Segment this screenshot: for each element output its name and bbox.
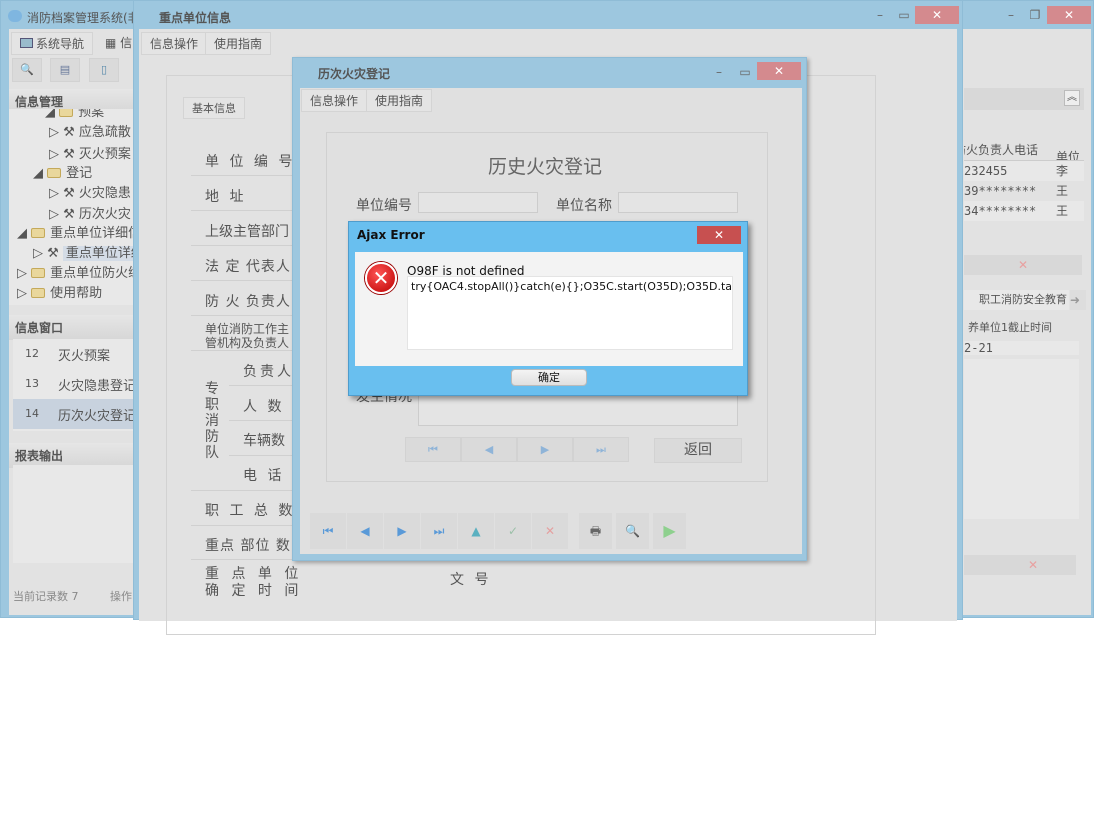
collapse-button[interactable]: ︽ (1064, 90, 1080, 106)
tab-system-nav[interactable]: 系统导航 (11, 32, 93, 55)
minimize-button[interactable]: – (1001, 6, 1021, 24)
tree-node-fire-plan[interactable]: ▷ ⚒ 灭火预案 (49, 145, 131, 165)
ok-button[interactable]: 确定 (511, 369, 587, 386)
right-col-header: 养单位1截止时间 (968, 319, 1052, 335)
form-heading: 历史火灾登记 (300, 152, 790, 179)
last-button[interactable]: ⏭ (421, 513, 457, 549)
unit-no-input[interactable] (418, 192, 538, 213)
label-fire-org-2: 管机构及负责人 (205, 334, 289, 351)
record-count: 当前记录数 7 (13, 588, 79, 604)
label-team-size: 人 数 (243, 396, 284, 416)
tree-node-evac[interactable]: ▷ ⚒ 应急疏散 (49, 123, 131, 143)
tree-node-fire-history[interactable]: ▷ ⚒ 历次火灾 (49, 205, 131, 225)
right-table: 防火负责人电话单位 232455李 39********王 34********… (964, 139, 1084, 221)
prev-button[interactable]: ◀ (347, 513, 383, 549)
nav-tree: ◢ 预案 ▷ ⚒ 应急疏散 ▷ ⚒ 灭火预案 ◢ 登记 ▷ ⚒ 火灾隐患 ▷ ⚒… (9, 109, 134, 305)
print-icon[interactable]: 🖶 (579, 513, 612, 549)
tree-node-help[interactable]: ▷ 使用帮助 (17, 284, 102, 304)
last-record-button[interactable]: ⏭ (573, 437, 629, 462)
close-button[interactable]: ✕ (1047, 6, 1091, 24)
tree-node-unit-detail-child[interactable]: ▷ ⚒ 重点单位详细 (33, 244, 134, 264)
status-op: 操作 (110, 588, 132, 604)
tree-node-unit-detail[interactable]: ◢ 重点单位详细信 (17, 224, 134, 244)
unit-window-title: 重点单位信息 (159, 9, 231, 26)
maximize-button[interactable]: ▭ (894, 6, 914, 24)
list-item-selected[interactable]: 14历次火灾登记 (13, 399, 134, 429)
table-row[interactable]: 34********王 (964, 201, 1084, 221)
close-button[interactable]: ✕ (915, 6, 959, 24)
first-record-button[interactable]: ⏮ (405, 437, 461, 462)
tab-staff-education[interactable]: 职工消防安全教育 (964, 290, 1069, 310)
unit-name-input[interactable] (618, 192, 738, 213)
next-record-button[interactable]: ▶ (517, 437, 573, 462)
search-tool-button[interactable]: 🔍 (12, 58, 42, 82)
label-phone: 电 话 (243, 465, 284, 485)
tree-node-unit-fire[interactable]: ▷ 重点单位防火练 (17, 264, 134, 284)
menu-info-ops[interactable]: 信息操作 (141, 32, 207, 55)
label-doc-no: 文 号 (450, 569, 491, 589)
run-play-icon[interactable]: ▶ (653, 513, 686, 549)
info-window-list: 12灭火预案 13火灾隐患登记 14历次火灾登记 (13, 339, 134, 431)
main-window-title: 消防档案管理系统(非 (27, 9, 140, 26)
tab-scroll-right-button[interactable]: ➜ (1070, 290, 1086, 310)
tree-node-register[interactable]: ◢ 登记 (33, 164, 92, 184)
minimize-button[interactable]: – (709, 63, 729, 81)
label-unit-no: 单 位 编 号 (205, 151, 295, 171)
app-logo-icon (8, 10, 22, 22)
list-item[interactable]: 13火灾隐患登记 (13, 369, 134, 399)
restore-button[interactable]: ❐ (1025, 6, 1045, 24)
menu-guide[interactable]: 使用指南 (366, 89, 432, 112)
label-fire-team: 专职消防队 (205, 381, 219, 461)
label-vehicles: 车辆数 (243, 430, 285, 450)
label-team-leader: 负责人 (243, 361, 294, 381)
label-staff-total: 职 工 总 数 (205, 500, 295, 520)
label-key-unit-2: 确 定 时 间 (205, 580, 302, 600)
label-unit-name: 单位名称 (556, 195, 612, 215)
table-row[interactable]: 232455李 (964, 161, 1084, 181)
monitor-icon (20, 38, 33, 48)
prev-record-button[interactable]: ◀ (461, 437, 517, 462)
list-item[interactable]: 12灭火预案 (13, 339, 134, 369)
preview-search-icon[interactable]: 🔍 (616, 513, 649, 549)
label-key-parts: 重点 部位 数 (205, 535, 291, 555)
menu-guide[interactable]: 使用指南 (205, 32, 271, 55)
error-dialog-title: Ajax Error (357, 228, 425, 242)
delete-button-2[interactable]: ✕ (964, 555, 1076, 575)
right-grid-area (964, 359, 1079, 519)
close-button[interactable]: ✕ (757, 62, 801, 80)
close-button[interactable]: ✕ (697, 226, 741, 244)
table-row[interactable]: 39********王 (964, 181, 1084, 201)
cancel-x-icon[interactable]: ✕ (532, 513, 568, 549)
error-detail-textarea[interactable]: try{OAC4.stopAll()}catch(e){};O35C.start… (407, 276, 733, 350)
ajax-error-dialog: Ajax Error ✕ ✕ O98F is not defined try{O… (348, 221, 748, 396)
label-legal-rep: 法 定 代表人 (205, 256, 291, 276)
label-parent-dept: 上级主管部门 (205, 221, 289, 241)
maximize-button[interactable]: ▭ (735, 63, 755, 81)
tab-basic-info[interactable]: 基本信息 (183, 97, 245, 119)
error-icon: ✕ (365, 262, 397, 294)
grid-icon: ▦ (105, 36, 120, 50)
report-area (13, 465, 134, 563)
error-dialog-body: ✕ O98F is not defined try{OAC4.stopAll()… (355, 252, 743, 366)
tree-node-plan[interactable]: ◢ 预案 (45, 109, 104, 123)
next-button[interactable]: ▶ (384, 513, 420, 549)
tree-node-hazard[interactable]: ▷ ⚒ 火灾隐患 (49, 184, 131, 204)
doc-tool-button[interactable]: ▯ (89, 58, 119, 82)
confirm-check-icon[interactable]: ✓ (495, 513, 531, 549)
minimize-button[interactable]: – (870, 6, 890, 24)
back-button[interactable]: 返回 (654, 438, 742, 463)
up-button[interactable]: ▲ (458, 513, 494, 549)
menu-info-ops[interactable]: 信息操作 (301, 89, 367, 112)
info-window-header: 信息窗口 (9, 315, 134, 340)
label-unit-no: 单位编号 (356, 195, 412, 215)
delete-button[interactable]: ✕ (964, 255, 1082, 275)
right-cell: 2-21 (964, 341, 1079, 355)
fire-window-title: 历次火灾登记 (318, 65, 390, 82)
label-address: 地 址 (205, 186, 246, 206)
first-button[interactable]: ⏮ (310, 513, 346, 549)
label-fire-officer: 防 火 负责人 (205, 291, 291, 311)
list-tool-button[interactable]: ▤ (50, 58, 80, 82)
